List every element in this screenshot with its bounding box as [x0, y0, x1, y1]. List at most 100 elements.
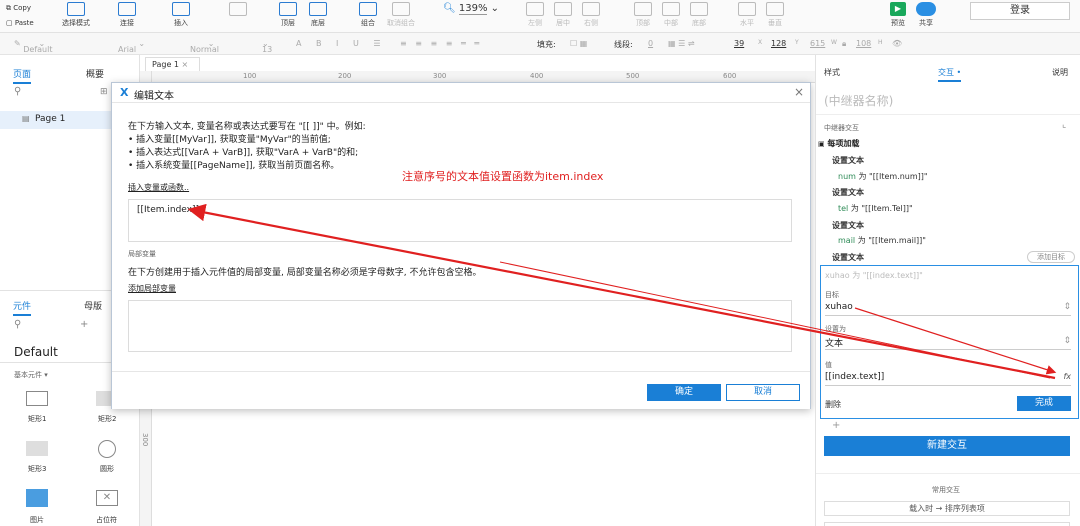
- connect-button[interactable]: 连接: [112, 2, 142, 28]
- style-select[interactable]: ✎ Default ⌄: [14, 39, 52, 54]
- line-width-input[interactable]: 0: [648, 39, 653, 48]
- w-input[interactable]: 615: [810, 39, 825, 48]
- delete-action-link[interactable]: 删除: [825, 399, 841, 410]
- add-action-plus[interactable]: +: [832, 420, 840, 431]
- rectangle3-widget-icon[interactable]: [26, 441, 48, 456]
- align-middle-button[interactable]: 中部: [662, 2, 680, 28]
- tab-outline[interactable]: 概要: [86, 67, 104, 80]
- text-format-buttons[interactable]: A B I U ☰: [296, 39, 387, 48]
- share-button[interactable]: 共享: [914, 2, 938, 28]
- align-center-icon: [554, 2, 572, 16]
- library-select[interactable]: Default: [14, 345, 58, 359]
- done-button[interactable]: 完成: [1017, 396, 1071, 411]
- send-bottom-button[interactable]: 底层: [306, 2, 330, 28]
- action-editor-box: xuhao 为 "[[index.text]]" 目标 xuhao ⇕ 设置为 文…: [820, 265, 1079, 419]
- font-size-select[interactable]: 13 ⌄: [262, 39, 272, 54]
- set-as-value: 文本: [825, 339, 844, 349]
- dialog-close-icon[interactable]: ×: [794, 85, 804, 99]
- page-search-icon[interactable]: ⚲: [14, 86, 21, 97]
- zoom-select[interactable]: 🔍︎ 139% ⌄: [443, 3, 499, 15]
- visibility-eye-icon[interactable]: 👁︎: [892, 39, 902, 48]
- text-align-buttons[interactable]: ≡ ≡ ≡ ≡ ═ ═: [400, 39, 482, 48]
- action-mid-1: 为: [858, 172, 867, 181]
- align-top-button[interactable]: 顶部: [634, 2, 652, 28]
- fx-function-icon[interactable]: fx: [1063, 372, 1071, 381]
- lock-icon[interactable]: 🔒︎: [842, 39, 846, 49]
- value-input[interactable]: [[index.text]] fx: [825, 372, 1071, 386]
- image-widget-icon[interactable]: [26, 489, 48, 507]
- set-as-select[interactable]: 文本 ⇕: [825, 336, 1071, 350]
- local-vars-title: 局部变量: [128, 250, 156, 258]
- local-vars-list[interactable]: [128, 300, 792, 352]
- collapse-icon[interactable]: ⌞: [1062, 120, 1066, 130]
- insert-button[interactable]: 插入: [166, 2, 196, 28]
- canvas-tab-label: Page 1: [152, 60, 179, 69]
- action-detail-2[interactable]: tel 为 "[[Item.Tel]]": [838, 203, 913, 214]
- action-title-2[interactable]: 设置文本: [832, 187, 864, 198]
- action-title-4[interactable]: 设置文本: [832, 252, 864, 263]
- add-library-icon[interactable]: +: [80, 319, 88, 330]
- tab-pages[interactable]: 页面: [13, 67, 32, 84]
- align-right-button[interactable]: 右侧: [582, 2, 600, 28]
- action-detail-1[interactable]: num 为 "[[Item.num]]": [838, 171, 928, 182]
- ungroup-button[interactable]: 取消组合: [384, 2, 418, 28]
- add-page-icon[interactable]: ⊞: [100, 87, 108, 97]
- target-chevron-icon: ⇕: [1063, 302, 1071, 312]
- common-interaction-sort[interactable]: 载入时 → 排序列表项: [824, 501, 1070, 516]
- insert-icon: [172, 2, 190, 16]
- rectangle1-widget-icon[interactable]: [26, 391, 48, 406]
- insert-variable-link[interactable]: 插入变量或函数..: [128, 182, 189, 193]
- font-select[interactable]: Arial ⌄: [118, 39, 145, 54]
- cancel-button[interactable]: 取消: [726, 384, 800, 401]
- h-input[interactable]: 108: [856, 39, 871, 48]
- action-detail-3[interactable]: mail 为 "[[Item.mail]]": [838, 235, 926, 246]
- group-button[interactable]: 组合: [356, 2, 380, 28]
- action-title-1[interactable]: 设置文本: [832, 155, 864, 166]
- event-label: 每项加载: [827, 139, 860, 148]
- tab-interaction[interactable]: 交互 •: [938, 67, 962, 82]
- select-mode-button[interactable]: 选择模式: [58, 2, 94, 28]
- repeater-name-input[interactable]: (中继器名称): [824, 92, 893, 109]
- style-value: Default: [23, 45, 53, 54]
- weight-select[interactable]: Normal ⌄: [190, 39, 219, 54]
- common-interaction-next[interactable]: [824, 522, 1070, 526]
- circle-widget-icon[interactable]: [98, 440, 116, 458]
- tab-notes[interactable]: 说明: [1052, 67, 1068, 78]
- canvas-page-tab[interactable]: Page 1 ×: [145, 57, 200, 71]
- align-left-button[interactable]: 左侧: [526, 2, 544, 28]
- line-controls[interactable]: ▦ ☰ ⇌: [668, 39, 695, 48]
- distribute-horizontal-button[interactable]: 水平: [738, 2, 756, 28]
- align-left-label: 左侧: [528, 19, 542, 27]
- text-expression-textarea[interactable]: [[Item.index]]: [128, 199, 792, 242]
- tab-widgets[interactable]: 元件: [13, 299, 32, 316]
- add-local-var-link[interactable]: 添加局部变量: [128, 283, 176, 294]
- ok-button[interactable]: 确定: [647, 384, 721, 401]
- action-title-3[interactable]: 设置文本: [832, 220, 864, 231]
- annotation-text: 注意序号的文本值设置函数为item.index: [402, 170, 604, 183]
- y-input[interactable]: 128: [771, 39, 786, 48]
- fill-controls[interactable]: ☐ ▦: [570, 39, 587, 48]
- widget-group-label[interactable]: 基本元件 ▾: [14, 370, 48, 380]
- x-input[interactable]: 39: [734, 39, 744, 48]
- login-button[interactable]: 登录: [970, 2, 1070, 20]
- preview-button[interactable]: ▶ 预览: [886, 2, 910, 28]
- align-center-button[interactable]: 居中: [554, 2, 572, 28]
- paste-button[interactable]: ▢ Paste: [6, 19, 34, 27]
- preview-label: 预览: [891, 19, 905, 27]
- new-interaction-button[interactable]: 新建交互: [824, 436, 1070, 456]
- placeholder-widget-icon[interactable]: ✕: [96, 490, 118, 506]
- close-tab-icon[interactable]: ×: [182, 60, 189, 69]
- align-bottom-button[interactable]: 底部: [690, 2, 708, 28]
- tab-masters[interactable]: 母版: [84, 299, 102, 312]
- tab-style[interactable]: 样式: [824, 67, 840, 78]
- target-select[interactable]: xuhao ⇕: [825, 302, 1071, 316]
- x-label: X: [758, 39, 763, 46]
- copy-button[interactable]: ⧉ Copy: [6, 4, 31, 13]
- add-target-button[interactable]: 添加目标: [1027, 251, 1075, 263]
- misc-tool-button[interactable]: [228, 2, 248, 18]
- widget-search-icon[interactable]: ⚲: [14, 319, 21, 330]
- distribute-vertical-button[interactable]: 垂直: [766, 2, 784, 28]
- bring-top-button[interactable]: 顶层: [276, 2, 300, 28]
- event-item-load[interactable]: ▣ 每项加载: [818, 138, 859, 149]
- section-title: 中继器交互: [824, 124, 859, 132]
